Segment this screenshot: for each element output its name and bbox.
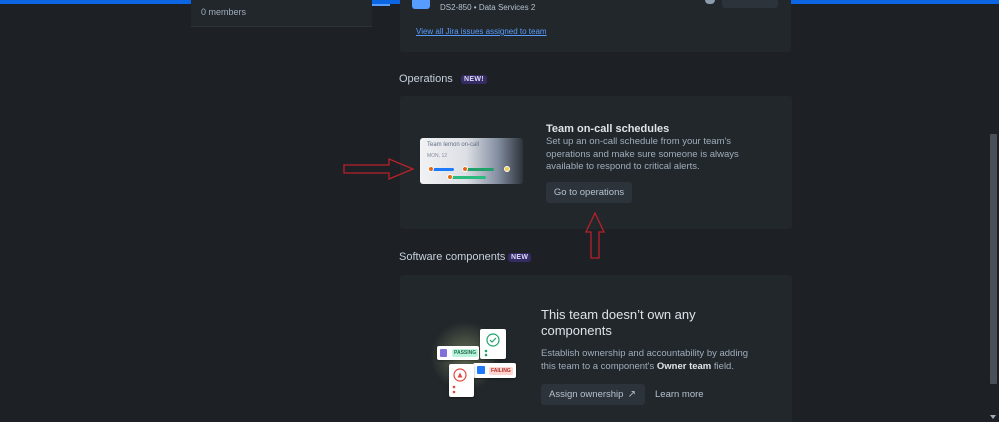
assign-ownership-button[interactable]: Assign ownership ↗ — [541, 384, 645, 405]
jira-issue-key[interactable]: DS2-850 • Data Services 2 — [440, 3, 535, 12]
responder-avatar-icon — [428, 166, 434, 172]
operations-card: Team lemon on-call MON, 12 Team on-call … — [400, 96, 792, 229]
software-components-heading: Software components — [399, 251, 506, 263]
description-suffix: field. — [711, 360, 734, 372]
passing-label: PASSING — [452, 349, 479, 357]
failing-label: FAILING — [489, 367, 513, 375]
no-components-description: Establish ownership and accountability b… — [541, 348, 761, 373]
assign-ownership-label: Assign ownership — [549, 389, 624, 400]
page-scrollbar[interactable] — [988, 4, 999, 422]
scroll-down-icon[interactable] — [990, 415, 996, 419]
on-call-title: Team on-call schedules — [546, 123, 670, 135]
scrollbar-thumb[interactable] — [990, 134, 997, 384]
team-members-card: 0 members — [191, 0, 372, 27]
responder-avatar-icon — [504, 166, 510, 172]
view-all-jira-issues-link[interactable]: View all Jira issues assigned to team — [416, 27, 547, 36]
right-arrow-annotation-icon — [343, 158, 415, 180]
checkmark-icon — [484, 333, 500, 357]
go-to-operations-button[interactable]: Go to operations — [546, 182, 632, 203]
software-new-badge: NEW — [508, 253, 532, 262]
up-arrow-annotation-icon — [585, 212, 605, 259]
responder-avatar-icon — [447, 174, 453, 180]
issue-status-button[interactable] — [722, 0, 778, 8]
component-icon — [477, 366, 485, 374]
jira-issue-icon — [412, 0, 430, 9]
on-call-schedule-illustration: Team lemon on-call MON, 12 — [420, 138, 523, 184]
no-components-title: This team doesn’t own any components — [541, 307, 696, 338]
alert-card — [449, 364, 474, 397]
failing-card: FAILING — [473, 363, 516, 378]
operations-new-badge: NEW! — [461, 75, 487, 84]
learn-more-link[interactable]: Learn more — [655, 384, 704, 405]
software-components-card: PASSING FAILING This team doesn’t own an… — [400, 275, 792, 422]
owner-team-emphasis: Owner team — [656, 360, 712, 372]
check-card — [480, 329, 506, 359]
members-count: 0 members — [201, 7, 247, 17]
illustration-title: Team lemon on-call — [427, 142, 480, 148]
assignee-avatar — [705, 0, 715, 4]
external-link-icon: ↗ — [627, 389, 636, 400]
operations-heading: Operations — [399, 73, 453, 85]
passing-card: PASSING — [437, 346, 479, 360]
on-call-description: Set up an on-call schedule from your tea… — [546, 136, 739, 172]
schedule-bar-green — [464, 168, 494, 171]
illustration-date: MON, 12 — [427, 153, 448, 159]
responder-avatar-icon — [462, 166, 468, 172]
jira-issues-card: DS2-850 • Data Services 2 View all Jira … — [400, 0, 791, 52]
alert-icon — [452, 368, 467, 394]
component-icon — [440, 349, 447, 357]
schedule-bar-teal — [450, 176, 486, 179]
components-illustration: PASSING FAILING — [430, 321, 525, 401]
